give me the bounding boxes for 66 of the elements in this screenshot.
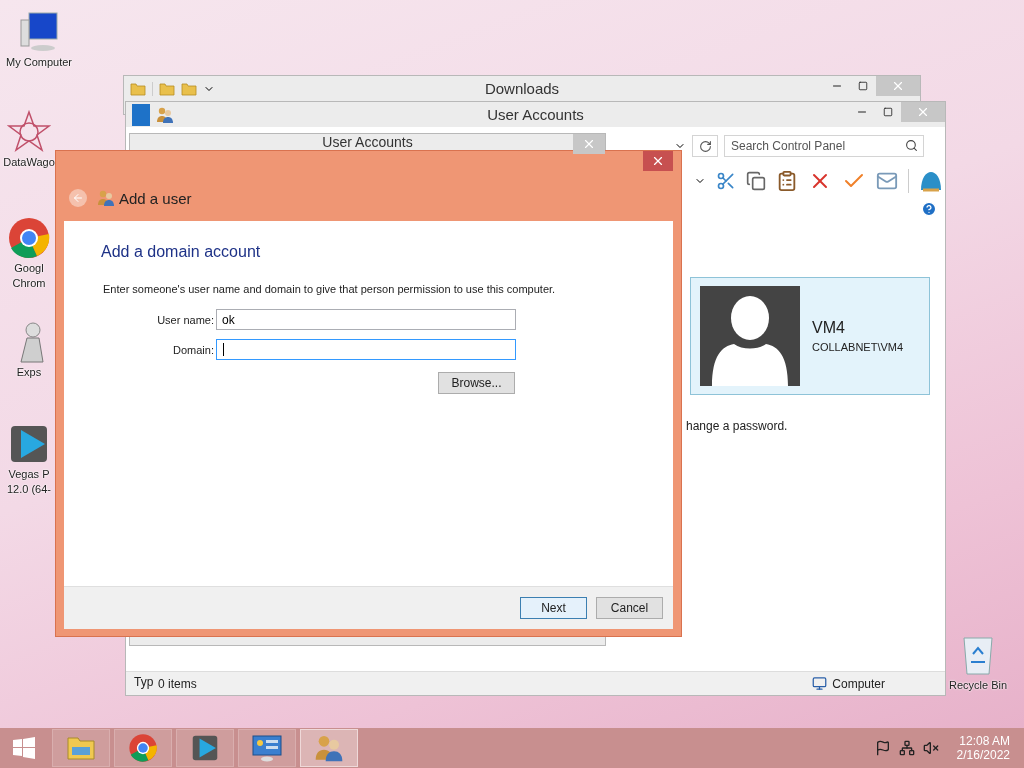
users-icon [156,105,174,124]
icon-label: Googl [14,262,44,275]
help-icon[interactable] [921,201,937,217]
location-label: Computer [832,676,885,691]
muted-speaker-icon[interactable] [922,740,939,756]
computer-icon[interactable] [17,10,61,54]
maximize-icon [883,107,893,117]
taskbar-app[interactable] [114,729,172,767]
cancel-button[interactable]: Cancel [596,597,663,619]
window-icon [132,103,150,126]
computer-icon [812,676,828,691]
back-arrow-icon [72,192,84,204]
search-field[interactable]: Search Control Panel [724,135,924,157]
windows-logo-icon [13,737,35,759]
item-count: 0 items [158,676,197,691]
clipboard-icon[interactable] [776,170,798,192]
users-icon [314,733,344,763]
column-header[interactable]: Typ [134,675,154,689]
close-button[interactable] [643,151,673,171]
taskbar-app[interactable] [300,729,358,767]
field-label: Domain: [172,343,214,356]
user-card[interactable]: VM4 COLLABNET\VM4 [690,277,930,395]
refresh-icon [698,139,712,153]
input-field[interactable]: ok [216,309,516,330]
user-name: VM4 [812,319,846,337]
icon-label: Exps [16,366,42,379]
account-name: COLLABNET\VM4 [812,341,904,353]
close-icon [651,154,665,168]
icon-label: 12.0 (64- [7,483,51,496]
close-icon [916,105,930,119]
icon-label: DataWago [3,156,55,169]
window-title: Downloads [484,80,560,97]
field-label: User name: [156,313,214,326]
close-icon [891,79,905,93]
input-field[interactable] [216,339,516,360]
network-icon[interactable] [898,740,915,756]
close-icon [582,137,596,151]
folder-icon [66,734,96,762]
flag-icon[interactable] [874,740,891,756]
icon-label: Vegas P [8,468,50,481]
next-button[interactable]: Next [520,597,587,619]
browse-button[interactable]: Browse... [438,372,515,394]
change-password-link[interactable]: hange a password. [686,419,788,433]
taskbar-app[interactable] [176,729,234,767]
taskbar-app[interactable] [238,729,296,767]
shell-icon[interactable] [919,170,943,192]
dialog-heading: Add a domain account [101,243,262,261]
chrome-icon[interactable] [7,216,51,260]
refresh-button[interactable] [692,135,718,157]
window-title: User Accounts [322,134,413,150]
control-panel-icon [251,734,283,762]
maximize-icon [858,81,868,91]
scissors-icon[interactable] [716,171,736,191]
copy-icon[interactable] [746,171,766,191]
dialog-title: Add a user [119,189,192,207]
rosette-icon[interactable] [7,110,51,154]
search-icon[interactable] [905,139,918,152]
icon-label: Chrom [12,277,46,290]
users-icon [97,189,115,207]
icon-label: My Computer [6,56,72,69]
window-title: User Accounts [487,106,584,123]
icon-label: Recycle Bin [948,679,1008,692]
play-icon [190,733,220,763]
chrome-icon [128,733,158,763]
instruction-text: Enter someone's user name and domain to give that person permission to use this computer. [103,283,557,295]
card-icon[interactable] [876,170,898,192]
